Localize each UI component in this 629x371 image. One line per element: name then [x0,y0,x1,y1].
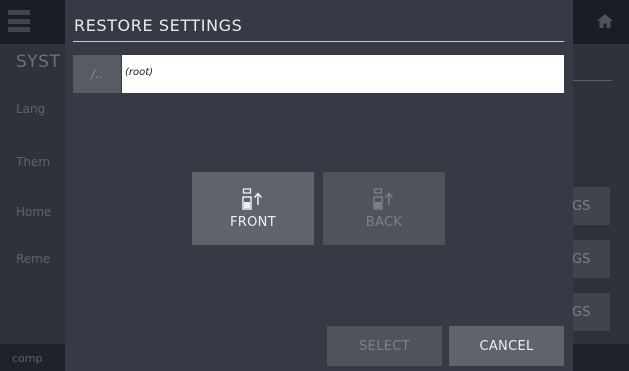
screen: SYST Lang Them Home Reme GS GS GS comp R… [0,0,629,371]
path-list-item[interactable]: (root) [122,55,564,93]
front-usb-label: FRONT [230,214,276,230]
dialog-title-divider [73,41,564,42]
usb-upload-icon [373,187,394,210]
path-text: (root) [125,67,154,78]
front-usb-button[interactable]: FRONT [192,172,314,245]
path-bar: /.. (root) [73,55,564,93]
select-button[interactable]: SELECT [327,326,442,366]
restore-settings-dialog: RESTORE SETTINGS /.. (root) FRONT BACK S… [65,0,573,371]
cancel-button[interactable]: CANCEL [449,326,564,366]
back-usb-label: BACK [365,214,403,230]
parent-directory-button[interactable]: /.. [73,55,121,93]
back-usb-button[interactable]: BACK [323,172,445,245]
usb-upload-icon [242,187,263,210]
dialog-title: RESTORE SETTINGS [74,16,243,35]
